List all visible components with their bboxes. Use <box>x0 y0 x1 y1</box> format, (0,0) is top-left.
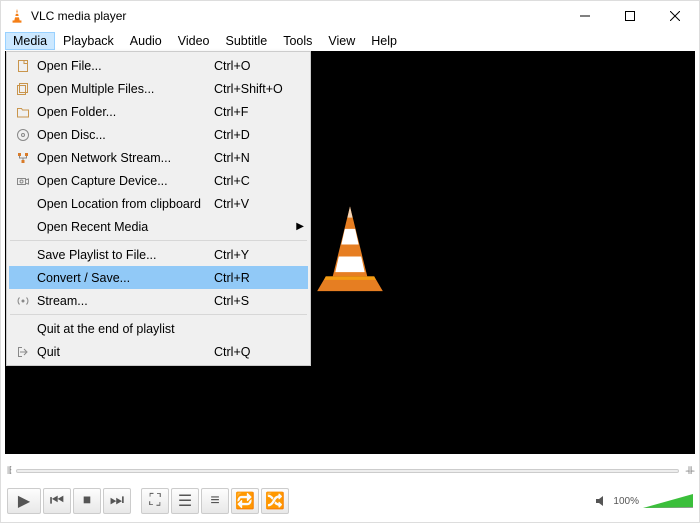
menu-item-label: Open Recent Media <box>33 220 204 234</box>
menu-item-label: Open Multiple Files... <box>33 82 214 96</box>
menubar: Media Playback Audio Video Subtitle Tool… <box>1 31 699 51</box>
extended-settings-button[interactable]: ☰ <box>171 488 199 514</box>
capture-icon <box>13 174 33 188</box>
shuffle-button[interactable]: 🔀 <box>261 488 289 514</box>
menu-item-label: Convert / Save... <box>33 271 214 285</box>
menu-video[interactable]: Video <box>170 32 218 50</box>
menu-view[interactable]: View <box>320 32 363 50</box>
menu-item-label: Open Folder... <box>33 105 214 119</box>
files-icon <box>13 82 33 96</box>
menu-item-open-disc[interactable]: Open Disc...Ctrl+D <box>9 123 308 146</box>
seek-bar-row: ⦀⋮ --⦀-- <box>7 462 693 480</box>
menu-item-quit-at-the-end-of-playlist[interactable]: Quit at the end of playlist <box>9 317 308 340</box>
menu-item-open-folder[interactable]: Open Folder...Ctrl+F <box>9 100 308 123</box>
app-window: VLC media player Media Playback Audio Vi… <box>0 0 700 523</box>
menu-item-save-playlist-to-file[interactable]: Save Playlist to File...Ctrl+Y <box>9 243 308 266</box>
menu-item-shortcut: Ctrl+C <box>214 174 304 188</box>
titlebar: VLC media player <box>1 1 699 31</box>
menu-item-open-multiple-files[interactable]: Open Multiple Files...Ctrl+Shift+O <box>9 77 308 100</box>
menu-item-shortcut: Ctrl+N <box>214 151 304 165</box>
menu-subtitle[interactable]: Subtitle <box>218 32 276 50</box>
menu-item-open-capture-device[interactable]: Open Capture Device...Ctrl+C <box>9 169 308 192</box>
vlc-cone-logo <box>305 203 395 303</box>
menu-item-shortcut: Ctrl+R <box>214 271 304 285</box>
loop-button[interactable]: 🔁 <box>231 488 259 514</box>
menu-media[interactable]: Media <box>5 32 55 50</box>
menu-item-stream[interactable]: Stream...Ctrl+S <box>9 289 308 312</box>
menu-item-shortcut: Ctrl+Q <box>214 345 304 359</box>
submenu-arrow-icon: ▶ <box>294 221 304 232</box>
disc-icon <box>13 128 33 142</box>
folder-icon <box>13 105 33 119</box>
play-button[interactable]: ▶ <box>7 488 41 514</box>
stop-button[interactable]: ⏹ <box>73 488 101 514</box>
prev-button[interactable]: ⏮ <box>43 488 71 514</box>
seek-track[interactable] <box>16 469 679 473</box>
speaker-icon <box>595 494 609 508</box>
next-button[interactable]: ⏭ <box>103 488 131 514</box>
menu-item-shortcut: Ctrl+O <box>214 59 304 73</box>
menu-item-open-network-stream[interactable]: Open Network Stream...Ctrl+N <box>9 146 308 169</box>
menu-item-label: Open File... <box>33 59 214 73</box>
playback-controls: ▶ ⏮ ⏹ ⏭ ⛶ ☰ ≡ 🔁 🔀 100% <box>7 486 693 516</box>
app-icon <box>9 8 25 24</box>
menu-item-open-recent-media[interactable]: Open Recent Media ▶ <box>9 215 308 238</box>
menu-item-label: Save Playlist to File... <box>33 248 214 262</box>
volume-slider[interactable] <box>643 492 693 510</box>
media-dropdown-menu: Open File...Ctrl+OOpen Multiple Files...… <box>6 51 311 366</box>
quit-icon <box>13 345 33 359</box>
minimize-button[interactable] <box>562 2 607 30</box>
seek-start-knob[interactable]: ⦀⋮ <box>7 466 10 477</box>
menu-item-label: Open Capture Device... <box>33 174 214 188</box>
menu-item-convert-save[interactable]: Convert / Save...Ctrl+R <box>9 266 308 289</box>
menu-item-label: Stream... <box>33 294 214 308</box>
menu-playback[interactable]: Playback <box>55 32 122 50</box>
menu-item-shortcut: Ctrl+D <box>214 128 304 142</box>
menu-item-shortcut: Ctrl+S <box>214 294 304 308</box>
menu-item-label: Quit <box>33 345 214 359</box>
fullscreen-button[interactable]: ⛶ <box>141 488 169 514</box>
menu-item-shortcut: Ctrl+Shift+O <box>214 82 304 96</box>
menu-item-label: Open Disc... <box>33 128 214 142</box>
network-icon <box>13 151 33 165</box>
menu-item-quit[interactable]: QuitCtrl+Q <box>9 340 308 363</box>
volume-control[interactable]: 100% <box>595 492 693 510</box>
menu-item-shortcut: Ctrl+Y <box>214 248 304 262</box>
menu-help[interactable]: Help <box>363 32 405 50</box>
menu-tools[interactable]: Tools <box>275 32 320 50</box>
menu-item-label: Open Location from clipboard <box>33 197 214 211</box>
menu-item-shortcut: Ctrl+V <box>214 197 304 211</box>
menu-item-open-location-from-clipboard[interactable]: Open Location from clipboardCtrl+V <box>9 192 308 215</box>
menu-item-shortcut: Ctrl+F <box>214 105 304 119</box>
window-title: VLC media player <box>31 9 562 23</box>
playlist-button[interactable]: ≡ <box>201 488 229 514</box>
menu-item-label: Open Network Stream... <box>33 151 214 165</box>
menu-item-open-file[interactable]: Open File...Ctrl+O <box>9 54 308 77</box>
menu-audio[interactable]: Audio <box>122 32 170 50</box>
menu-item-label: Quit at the end of playlist <box>33 322 214 336</box>
volume-label: 100% <box>613 496 639 507</box>
close-button[interactable] <box>652 2 697 30</box>
file-icon <box>13 59 33 73</box>
stream-icon <box>13 294 33 308</box>
maximize-button[interactable] <box>607 2 652 30</box>
seek-end-knob[interactable]: --⦀-- <box>685 466 693 477</box>
